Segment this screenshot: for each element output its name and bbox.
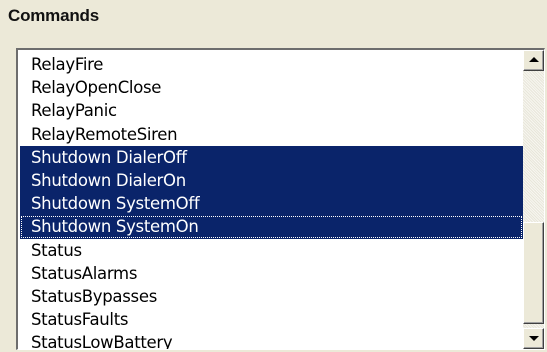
scroll-up-button[interactable] xyxy=(523,50,544,71)
list-item-relay-open-close[interactable]: RelayOpenClose xyxy=(20,76,523,99)
list-item-shutdown-dialer-off[interactable]: Shutdown DialerOff xyxy=(20,145,523,169)
list-item-shutdown-system-off[interactable]: Shutdown SystemOff xyxy=(20,192,523,216)
scrollbar-thumb[interactable] xyxy=(523,222,544,324)
list-item-relay-panic[interactable]: RelayPanic xyxy=(20,99,523,122)
commands-group-title: Commands xyxy=(8,6,99,25)
list-item-status-low-battery[interactable]: StatusLowBattery xyxy=(20,331,523,349)
arrow-down-icon xyxy=(529,336,539,341)
scroll-down-button[interactable] xyxy=(523,328,544,349)
list-item-relay-remote-siren[interactable]: RelayRemoteSiren xyxy=(20,123,523,146)
commands-listbox[interactable]: RelayFire RelayOpenClose RelayPanic Rela… xyxy=(16,48,545,350)
vertical-scrollbar[interactable] xyxy=(523,50,544,349)
list-item-status[interactable]: Status xyxy=(20,239,523,262)
list-item-relay-fire[interactable]: RelayFire xyxy=(20,53,523,76)
commands-list: RelayFire RelayOpenClose RelayPanic Rela… xyxy=(18,53,523,349)
list-item-status-bypasses[interactable]: StatusBypasses xyxy=(20,285,523,308)
list-item-status-faults[interactable]: StatusFaults xyxy=(20,308,523,331)
list-item-shutdown-dialer-on[interactable]: Shutdown DialerOn xyxy=(20,168,523,193)
arrow-up-icon xyxy=(529,57,539,62)
list-item-shutdown-system-on[interactable]: Shutdown SystemOn xyxy=(20,215,523,239)
list-item-status-alarms[interactable]: StatusAlarms xyxy=(20,262,523,285)
